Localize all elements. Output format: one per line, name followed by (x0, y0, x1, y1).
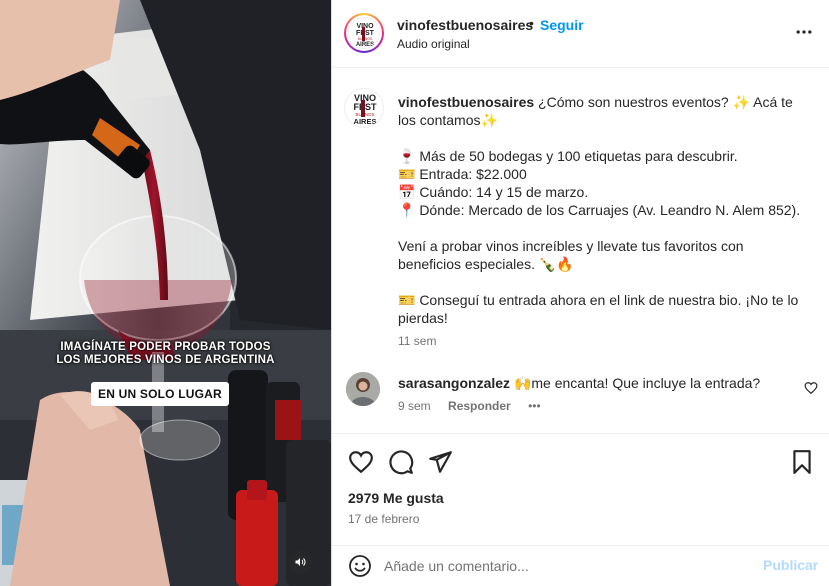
video-overlay-text-2: LOS MEJORES VINOS DE ARGENTINA (56, 354, 275, 366)
caption-spacer (398, 129, 808, 147)
comment-text: 🙌me encanta! Que incluye la entrada? (513, 375, 761, 391)
caption-intro: vinofestbuenosaires ¿Cómo son nuestros e… (398, 93, 808, 129)
comment-meta: 9 sem Responder ••• (398, 399, 555, 413)
add-comment-bar: Publicar (332, 546, 829, 586)
logo-line2: FEST (356, 30, 375, 37)
comment-username[interactable]: sarasangonzalez (398, 375, 510, 391)
send-icon (429, 451, 452, 473)
comment-body: sarasangonzalez 🙌me encanta! Que incluye… (398, 374, 760, 392)
post-actions: 2979 Me gusta 17 de febrero (332, 434, 829, 546)
caption-avatar[interactable]: VINO FEST BUENOS AIRES (344, 88, 384, 128)
video-overlay-pill: EN UN SOLO LUGAR (91, 382, 229, 406)
share-button[interactable] (427, 449, 453, 475)
comment-timestamp[interactable]: 9 sem (398, 399, 431, 413)
video-overlay-text-1: IMAGÍNATE PODER PROBAR TODOS (60, 341, 271, 353)
logo-line2: FEST (353, 102, 377, 112)
logo-line4: AIRES (356, 42, 374, 48)
speaker-icon (295, 558, 306, 566)
original-audio-link[interactable]: Audio original (397, 37, 470, 51)
separator-dot: • (529, 15, 534, 31)
logo-mark: VINO FEST BUENOS AIRES (356, 23, 375, 48)
logo-line4: AIRES (354, 117, 377, 126)
comment-bubble-icon (389, 450, 414, 475)
reply-button[interactable]: Responder (448, 399, 511, 413)
caption-spacer (398, 273, 808, 291)
like-button[interactable] (348, 449, 374, 475)
reel-video[interactable]: IMAGÍNATE PODER PROBAR TODOS LOS MEJORES… (0, 0, 331, 586)
caption-line-donde: 📍 Dónde: Mercado de los Carruajes (Av. L… (398, 202, 801, 218)
publish-button[interactable]: Publicar (763, 557, 818, 573)
follow-button[interactable]: Seguir (540, 17, 584, 33)
comment-button[interactable] (388, 449, 414, 475)
logo-line1: VINO (356, 23, 374, 30)
caption-line-bodegas: 🍷 Más de 50 bodegas y 100 etiquetas para… (398, 148, 738, 164)
post-dialog: IMAGÍNATE PODER PROBAR TODOS LOS MEJORES… (0, 0, 829, 586)
caption-line-cuando: 📅 Cuándo: 14 y 15 de marzo. (398, 184, 589, 200)
caption-line-veni: Vení a probar vinos increíbles y llevate… (398, 238, 744, 272)
profile-avatar[interactable]: VINO FEST BUENOS AIRES (344, 13, 384, 53)
caption-line-consegui: 🎫 Conseguí tu entrada ahora en el link d… (398, 292, 799, 326)
comments-section[interactable]: VINO FEST BUENOS AIRES vinofestbuenosair… (332, 68, 829, 434)
vinofest-logo: VINO FEST BUENOS AIRES (348, 17, 380, 49)
commenter-avatar[interactable] (346, 372, 380, 406)
comment-input[interactable] (384, 554, 744, 578)
comment-like-button[interactable] (804, 381, 818, 395)
post-caption: vinofestbuenosaires ¿Cómo son nuestros e… (398, 93, 808, 327)
heart-icon (349, 451, 373, 474)
header-username[interactable]: vinofestbuenosaires (397, 17, 533, 33)
heart-icon (804, 382, 818, 395)
like-count[interactable]: 2979 Me gusta (348, 490, 444, 506)
video-frame (0, 0, 331, 586)
audio-toggle-button[interactable] (288, 550, 312, 574)
bookmark-icon (793, 450, 811, 474)
emoji-picker-button[interactable] (348, 554, 372, 578)
smiley-icon (349, 555, 371, 577)
caption-spacer (398, 219, 808, 237)
post-header: VINO FEST BUENOS AIRES vinofestbuenosair… (332, 0, 829, 68)
logo-mark-large: VINO FEST BUENOS AIRES (353, 93, 377, 126)
commenter-photo (346, 372, 380, 406)
comment-more-button[interactable]: ••• (528, 399, 541, 413)
more-options-button[interactable] (794, 22, 814, 42)
save-button[interactable] (789, 449, 815, 475)
caption-username[interactable]: vinofestbuenosaires (398, 94, 534, 110)
logo-line3: BUENOS (358, 37, 373, 41)
more-icon (796, 30, 812, 34)
caption-line-entrada: 🎫 Entrada: $22.000 (398, 166, 527, 182)
post-side-panel: VINO FEST BUENOS AIRES vinofestbuenosair… (331, 0, 829, 586)
post-date: 17 de febrero (348, 512, 420, 526)
caption-timestamp[interactable]: 11 sem (398, 334, 436, 348)
